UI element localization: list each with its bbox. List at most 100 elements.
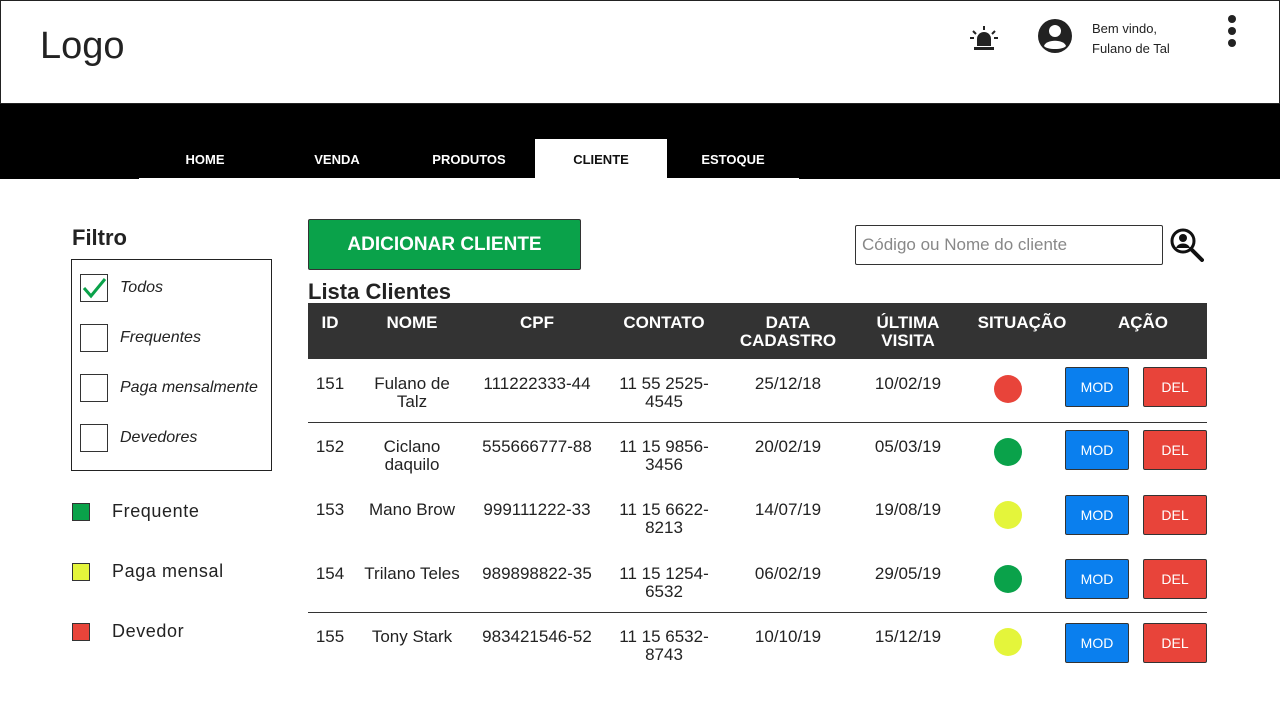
cell-line: Mano Brow [369, 500, 455, 519]
row-divider [308, 422, 1207, 423]
cell-id: 154 [315, 564, 345, 583]
column-header-data-cadastro: DATA CADASTRO [728, 314, 848, 350]
legend-swatch-yellow [72, 562, 90, 581]
tab-estoque[interactable]: ESTOQUE [667, 139, 799, 179]
welcome-greeting: Bem vindo, [1092, 21, 1158, 36]
table-row: 152 Ciclano daquilo 555666777-88 11 15 9… [308, 427, 1207, 490]
user-avatar-icon[interactable] [1037, 18, 1073, 54]
filter-option-label: Devedores [120, 429, 198, 446]
filter-option-paga-mensalmente[interactable]: Paga mensalmente [80, 372, 258, 404]
table-row: 153 Mano Brow 999111222-33 11 15 6622- 8… [308, 490, 1207, 553]
checkbox-devedores[interactable] [80, 424, 108, 452]
tab-venda[interactable]: VENDA [271, 139, 403, 179]
column-header-nome: NOME [386, 313, 438, 332]
column-header-line: ÚLTIMA [876, 313, 940, 332]
status-dot [994, 501, 1022, 529]
cell-contato: 11 15 1254- 6532 [609, 565, 719, 601]
column-header-acao: AÇÃO [1117, 313, 1169, 332]
alarm-icon[interactable] [969, 25, 999, 51]
cell-data-cadastro: 14/07/19 [754, 500, 822, 519]
column-header-line: VISITA [881, 331, 935, 350]
table-header: ID NOME CPF CONTATO DATA CADASTRO ÚLTIMA… [308, 303, 1207, 359]
cell-nome: Tony Stark [352, 628, 472, 646]
modify-button[interactable]: MOD [1065, 559, 1129, 599]
cell-contato: 11 15 9856- 3456 [609, 438, 719, 474]
add-client-button[interactable]: ADICIONAR CLIENTE [308, 219, 581, 270]
cell-id: 153 [315, 500, 345, 519]
cell-ultima-visita: 10/02/19 [874, 374, 942, 393]
cell-line: Fulano de [374, 374, 450, 393]
filter-option-devedores[interactable]: Devedores [80, 422, 197, 454]
filter-option-label: Todos [120, 279, 163, 296]
cell-id: 151 [315, 374, 345, 393]
cell-line: daquilo [384, 455, 440, 474]
checkbox-frequentes[interactable] [80, 324, 108, 352]
filter-title: Filtro [72, 225, 127, 250]
cell-ultima-visita: 15/12/19 [874, 627, 942, 646]
table-row: 151 Fulano de Talz 111222333-44 11 55 25… [308, 364, 1207, 427]
delete-button[interactable]: DEL [1143, 559, 1207, 599]
modify-button[interactable]: MOD [1065, 367, 1129, 407]
search-user-icon[interactable] [1170, 228, 1204, 262]
filter-option-label: Frequentes [120, 329, 201, 346]
column-header-situacao: SITUAÇÃO [977, 313, 1067, 332]
column-header-ultima-visita: ÚLTIMA VISITA [858, 314, 958, 350]
cell-line: Trilano Teles [364, 564, 460, 583]
tab-produtos[interactable]: PRODUTOS [403, 139, 535, 179]
checkbox-todos[interactable] [80, 274, 108, 302]
modify-button[interactable]: MOD [1065, 430, 1129, 470]
cell-cpf: 555666777-88 [482, 437, 592, 456]
cell-cpf: 983421546-52 [482, 627, 592, 646]
filter-option-frequentes[interactable]: Frequentes [80, 322, 201, 354]
cell-cpf: 111222333-44 [483, 374, 591, 393]
cell-ultima-visita: 05/03/19 [874, 437, 942, 456]
cell-line: Ciclano [383, 437, 441, 456]
column-header-line: CADASTRO [739, 331, 837, 350]
legend-item-frequente: Frequente [72, 501, 199, 522]
filter-option-todos[interactable]: Todos [80, 272, 163, 304]
cell-ultima-visita: 19/08/19 [874, 500, 942, 519]
cell-id: 152 [315, 437, 345, 456]
delete-button[interactable]: DEL [1143, 495, 1207, 535]
column-header-cpf: CPF [520, 313, 554, 332]
nav-divider [139, 178, 799, 179]
cell-nome: Mano Brow [352, 501, 472, 519]
tab-cliente[interactable]: CLIENTE [535, 139, 667, 179]
client-search-input[interactable] [855, 225, 1163, 265]
cell-line: Tony Stark [371, 627, 453, 646]
table-row: 154 Trilano Teles 989898822-35 11 15 125… [308, 554, 1207, 617]
cell-data-cadastro: 06/02/19 [754, 564, 822, 583]
tab-home[interactable]: HOME [139, 139, 271, 179]
cell-contato: 11 55 2525- 4545 [609, 375, 719, 411]
checkbox-paga-mensalmente[interactable] [80, 374, 108, 402]
delete-button[interactable]: DEL [1143, 623, 1207, 663]
cell-line: 11 15 6532- [619, 627, 709, 646]
cell-line: 8743 [645, 645, 683, 664]
cell-ultima-visita: 29/05/19 [874, 564, 942, 583]
status-dot [994, 438, 1022, 466]
row-divider [308, 612, 1207, 613]
cell-line: 11 15 9856- [619, 437, 709, 456]
legend-label: Paga mensal [112, 561, 224, 581]
cell-line: 11 55 2525- [619, 374, 709, 393]
checkmark-icon [82, 278, 107, 299]
cell-line: 4545 [645, 392, 683, 411]
cell-line: Talz [396, 392, 428, 411]
legend-label: Frequente [112, 501, 200, 521]
delete-button[interactable]: DEL [1143, 430, 1207, 470]
table-row: 155 Tony Stark 983421546-52 11 15 6532- … [308, 617, 1207, 680]
modify-button[interactable]: MOD [1065, 495, 1129, 535]
more-vertical-icon[interactable] [1221, 13, 1243, 53]
status-dot [994, 375, 1022, 403]
modify-button[interactable]: MOD [1065, 623, 1129, 663]
cell-contato: 11 15 6622- 8213 [609, 501, 719, 537]
filter-option-label: Paga mensalmente [120, 379, 258, 396]
logo[interactable]: Logo [40, 27, 125, 65]
filter-box: Todos Frequentes Paga mensalmente Devedo… [71, 259, 272, 471]
cell-line: 6532 [645, 582, 683, 601]
legend-label: Devedor [112, 621, 185, 641]
cell-nome: Fulano de Talz [362, 375, 462, 411]
delete-button[interactable]: DEL [1143, 367, 1207, 407]
cell-cpf: 989898822-35 [482, 564, 592, 583]
column-header-contato: CONTATO [623, 313, 705, 332]
